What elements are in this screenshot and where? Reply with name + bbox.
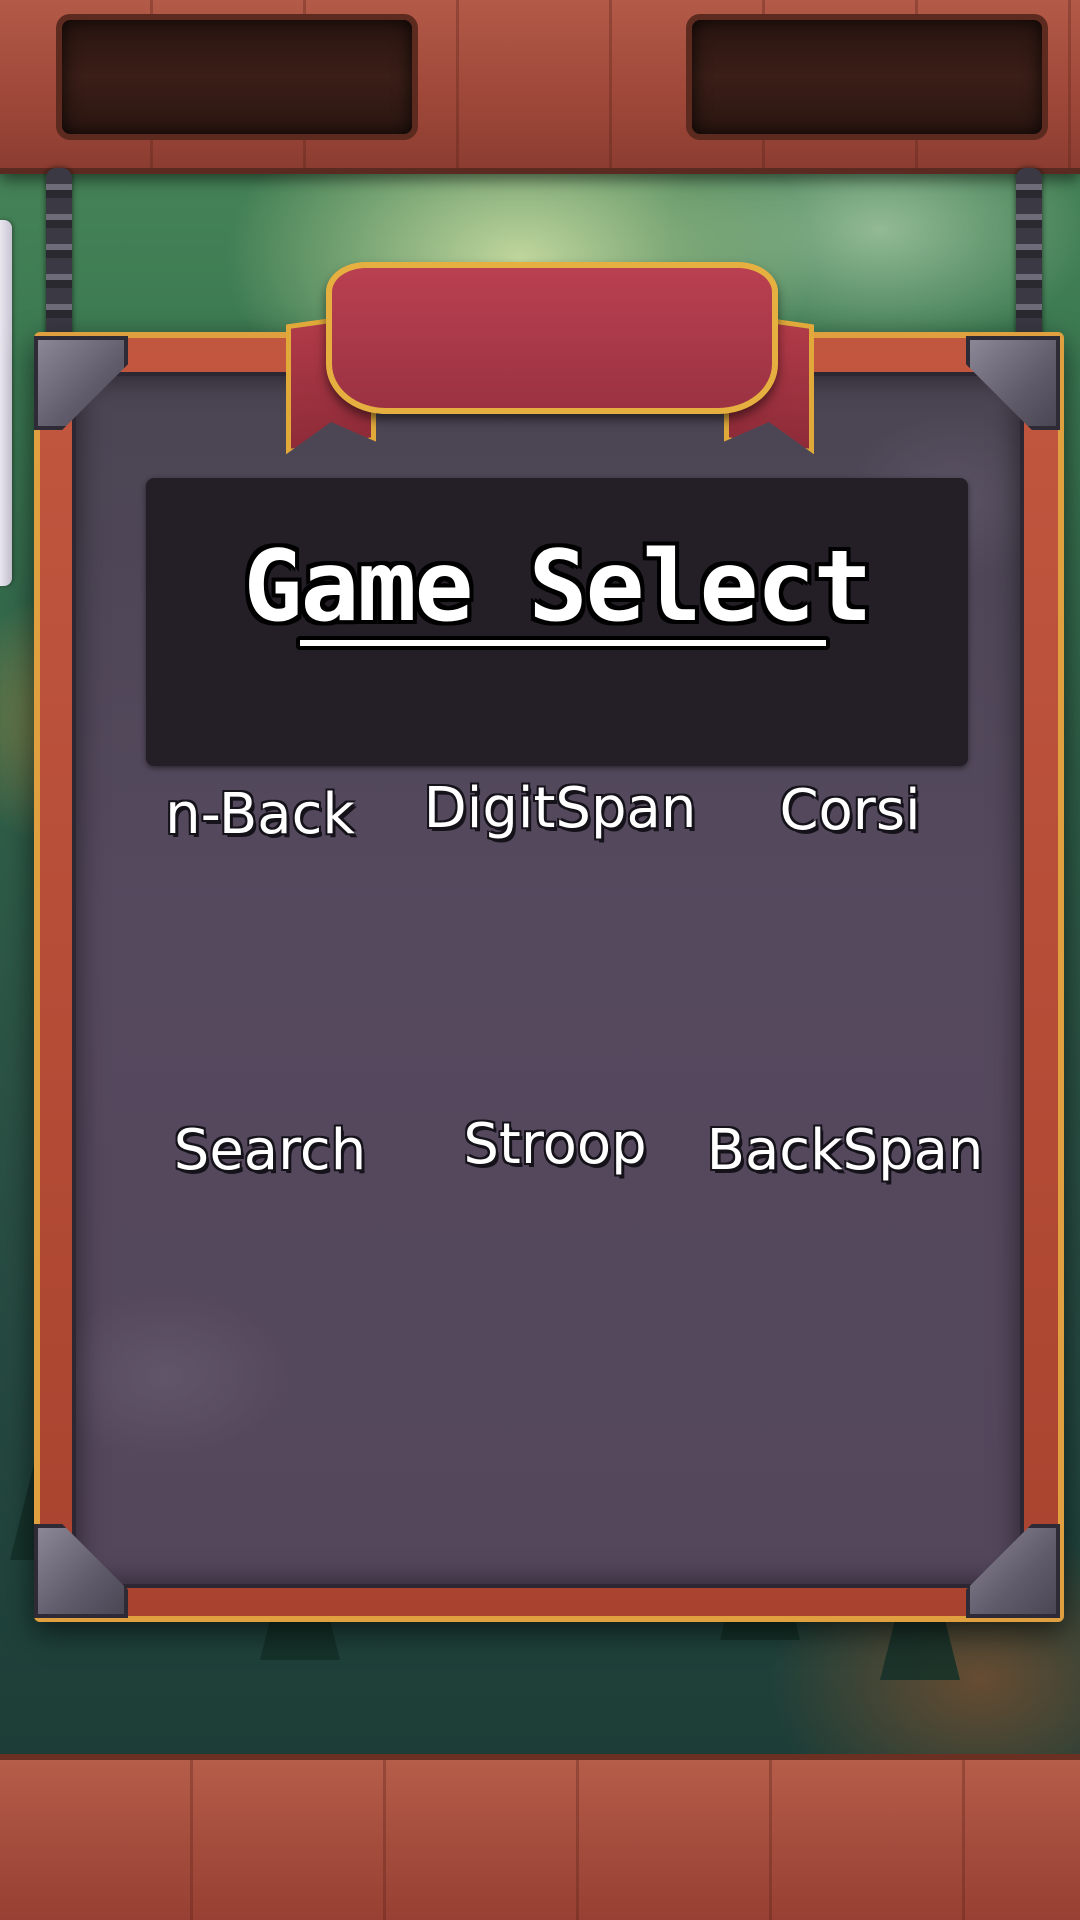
game-button-n-back[interactable]: n-Back [150, 770, 370, 860]
title-panel: Game Select [146, 478, 968, 766]
title-underline [296, 636, 830, 650]
game-button-digitspan[interactable]: DigitSpan [410, 764, 710, 854]
edge-panel-handle[interactable] [0, 220, 12, 586]
bottom-wood-bar [0, 1754, 1080, 1920]
game-button-corsi[interactable]: Corsi [740, 766, 960, 856]
top-wood-bar [0, 0, 1080, 174]
game-button-stroop[interactable]: Stroop [440, 1100, 670, 1190]
game-button-search[interactable]: Search [150, 1106, 390, 1196]
game-button-backspan[interactable]: BackSpan [700, 1106, 990, 1196]
left-top-slot[interactable] [56, 14, 418, 140]
page-title: Game Select [243, 530, 872, 644]
ribbon-banner [326, 262, 778, 414]
right-top-slot[interactable] [686, 14, 1048, 140]
